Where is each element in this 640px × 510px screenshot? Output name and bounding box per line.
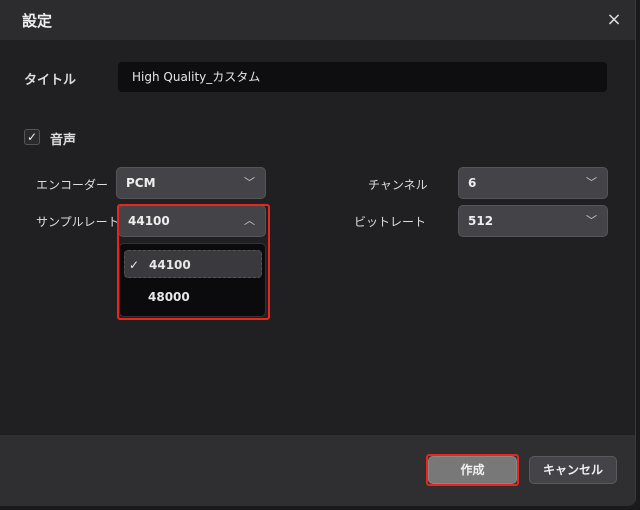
channel-select[interactable]: 6 ﹀ (458, 167, 608, 199)
close-icon[interactable]: × (603, 9, 625, 31)
audio-label: 音声 (50, 133, 77, 148)
checkmark-icon: ✓ (26, 130, 38, 144)
title-input[interactable]: High Quality_カスタム (118, 62, 607, 92)
chevron-down-icon: ﹀ (244, 176, 255, 189)
encoder-label: エンコーダー (36, 178, 109, 192)
chevron-down-icon: ﹀ (586, 176, 597, 189)
settings-dialog: 設定 × タイトル High Quality_カスタム ✓ 音声 エンコーダー … (0, 0, 636, 506)
encoder-value: PCM (126, 176, 156, 190)
title-bar: 設定 × (0, 0, 635, 40)
bitrate-label: ビットレート (354, 215, 427, 229)
bitrate-select[interactable]: 512 ﹀ (458, 205, 608, 237)
create-highlight-box (426, 454, 519, 486)
channel-label: チャンネル (368, 178, 428, 192)
audio-checkbox[interactable]: ✓ (24, 129, 40, 145)
encoder-select[interactable]: PCM ﹀ (116, 167, 266, 199)
cancel-button[interactable]: キャンセル (529, 456, 617, 484)
chevron-down-icon: ﹀ (586, 214, 597, 227)
bitrate-value: 512 (468, 214, 494, 228)
highlight-box (117, 204, 270, 320)
dialog-title: 設定 (22, 11, 53, 30)
sample-rate-label: サンプルレート (36, 215, 120, 229)
title-label: タイトル (24, 73, 77, 88)
channel-value: 6 (468, 176, 477, 190)
